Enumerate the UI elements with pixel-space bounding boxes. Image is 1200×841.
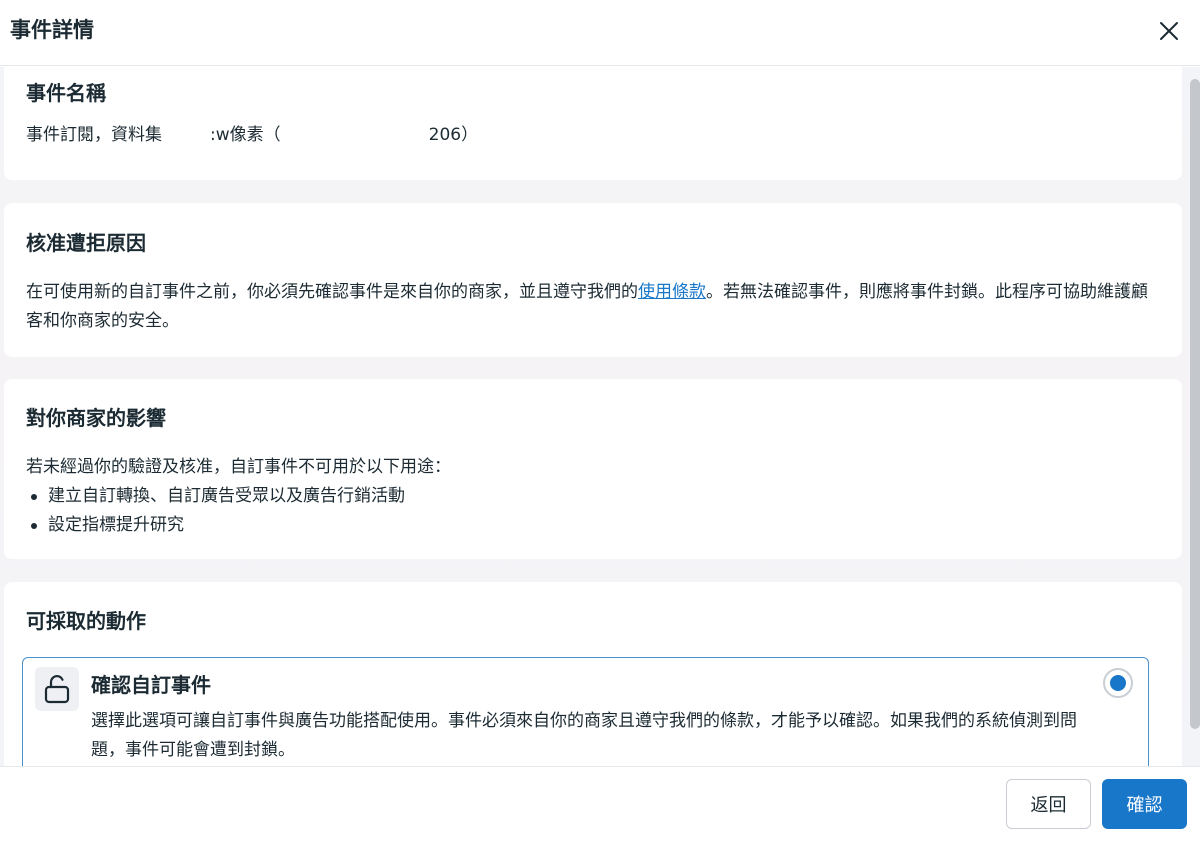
impact-text: 若未經過你的驗證及核准，自訂事件不可用於以下用途： 建立自訂轉換、自訂廣告受眾以… [26, 453, 451, 540]
dialog-body[interactable]: 事件名稱 事件訂閱，資料集:w像素（ 206） 核准遭拒原因 在可使用新的自訂事件… [0, 67, 1200, 766]
option-icon-box [35, 667, 79, 711]
option-description: 選擇此選項可讓自訂事件與廣告功能搭配使用。事件必須來自你的商家且遵守我們的條款，… [91, 711, 1077, 760]
impact-bullet: 設定指標提升研究 [26, 511, 451, 540]
rejection-reason-text: 在可使用新的自訂事件之前，你必須先確認事件是來自你的商家，並且遵守我們的使用條款… [26, 282, 1148, 331]
radio-selected-dot [1110, 675, 1126, 691]
impact-title: 對你商家的影響 [26, 406, 166, 430]
actions-title: 可採取的動作 [26, 609, 146, 633]
redacted-block [280, 125, 429, 145]
unlock-icon [44, 675, 70, 704]
event-name-card: 事件名稱 事件訂閱，資料集:w像素（ 206） [4, 67, 1182, 180]
rejection-reason-card: 核准遭拒原因 在可使用新的自訂事件之前，你必須先確認事件是來自你的商家，並且遵守… [4, 203, 1182, 357]
back-button[interactable]: 返回 [1006, 779, 1091, 829]
impact-card: 對你商家的影響 若未經過你的驗證及核准，自訂事件不可用於以下用途： 建立自訂轉換… [4, 379, 1182, 559]
impact-list: 建立自訂轉換、自訂廣告受眾以及廣告行銷活動 設定指標提升研究 [26, 482, 451, 540]
rejection-reason-title: 核准遭拒原因 [26, 231, 146, 255]
impact-bullet: 建立自訂轉換、自訂廣告受眾以及廣告行銷活動 [26, 482, 451, 511]
option-title: 確認自訂事件 [91, 673, 211, 697]
scrollbar-thumb[interactable] [1190, 79, 1200, 729]
confirm-button[interactable]: 確認 [1102, 779, 1187, 829]
confirm-event-option[interactable]: 確認自訂事件 選擇此選項可讓自訂事件與廣告功能搭配使用。事件必須來自你的商家且遵… [22, 657, 1149, 766]
close-button[interactable] [1152, 14, 1186, 48]
close-icon [1160, 22, 1178, 40]
dialog-header: 事件詳情 [0, 0, 1200, 66]
event-name-title: 事件名稱 [26, 81, 106, 105]
terms-link[interactable]: 使用條款 [638, 282, 706, 302]
dialog-title: 事件詳情 [10, 18, 94, 42]
option-radio[interactable] [1103, 668, 1133, 698]
dialog-footer: 返回 確認 [0, 766, 1200, 841]
impact-intro: 若未經過你的驗證及核准，自訂事件不可用於以下用途： [26, 457, 451, 477]
event-name-text: 事件訂閱，資料集:w像素（ 206） [26, 125, 479, 145]
redacted-block [162, 125, 210, 145]
